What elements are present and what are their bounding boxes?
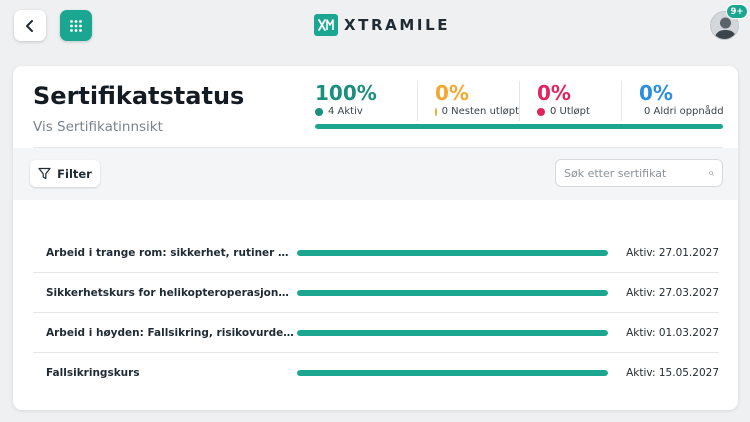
certificate-progress-bar	[297, 289, 608, 296]
stat-active[interactable]: 100% 4 Aktiv	[315, 81, 417, 121]
search-box[interactable]	[555, 159, 723, 187]
filter-label: Filter	[57, 166, 92, 181]
logo-mark-icon	[314, 14, 338, 36]
stat-expired[interactable]: 0% 0 Utløpt	[519, 81, 621, 121]
table-row[interactable]: Arbeid i høyden: Fallsikring, risikovurd…	[33, 313, 719, 353]
stat-label: 4 Aktiv	[328, 106, 363, 117]
search-icon[interactable]	[709, 167, 714, 180]
table-row[interactable]: Fallsikringskurs Aktiv: 15.05.2027	[33, 353, 719, 393]
certificate-name: Sikkerhetskurs for helikopteroperasjoner…	[46, 286, 295, 299]
filter-icon	[38, 167, 51, 180]
stat-percent: 0%	[639, 81, 673, 105]
stat-percent: 0%	[537, 81, 571, 105]
summary-progress-bar	[315, 124, 723, 129]
stat-label: 0 Nesten utløpt	[441, 106, 519, 117]
apps-menu-button[interactable]	[60, 10, 92, 41]
status-dot	[315, 107, 323, 116]
certificate-progress-bar	[297, 370, 608, 376]
certificate-progress-bar	[297, 329, 608, 336]
toolbar: Filter	[13, 148, 738, 200]
app-logo: XTRAMILE	[314, 13, 450, 37]
certificate-progress-fill	[297, 370, 608, 376]
status-dot	[537, 107, 545, 116]
certificate-status: Aktiv: 15.05.2027	[626, 367, 719, 379]
certificate-progress-fill	[297, 289, 608, 296]
page-subtitle: Vis Sertifikatinnsikt	[33, 119, 163, 135]
certificate-status-card: Sertifikatstatus Vis Sertifikatinnsikt 1…	[13, 66, 738, 410]
stat-label: 0 Aldri oppnådd	[644, 106, 724, 117]
grid-icon	[70, 19, 82, 32]
table-row[interactable]: Sikkerhetskurs for helikopteroperasjoner…	[33, 273, 719, 313]
certificate-progress-fill	[297, 329, 608, 336]
notification-badge[interactable]: 9+	[726, 4, 748, 19]
filter-button[interactable]: Filter	[30, 160, 100, 187]
logo-text: XTRAMILE	[344, 16, 451, 34]
back-button[interactable]	[14, 10, 46, 41]
page-title: Sertifikatstatus	[33, 82, 245, 110]
certificate-name: Arbeid i trange rom: sikkerhet, rutiner …	[46, 246, 295, 259]
stat-expiring[interactable]: 0% 0 Nesten utløpt	[417, 81, 519, 121]
summary-progress-fill	[315, 124, 723, 129]
table-row[interactable]: Arbeid i trange rom: sikkerhet, rutiner …	[33, 233, 719, 273]
certificate-status: Aktiv: 27.03.2027	[626, 286, 719, 299]
search-input[interactable]	[564, 166, 709, 180]
status-dot	[435, 107, 437, 116]
stat-label: 0 Utløpt	[550, 106, 590, 117]
stat-percent: 100%	[315, 81, 377, 105]
certificate-status: Aktiv: 27.01.2027	[626, 246, 719, 259]
stat-never-obtained[interactable]: 0% 0 Aldri oppnådd	[621, 81, 724, 121]
certificate-list: Arbeid i trange rom: sikkerhet, rutiner …	[33, 233, 719, 393]
certificate-progress-bar	[297, 249, 608, 256]
stat-percent: 0%	[435, 81, 469, 105]
chevron-left-icon	[26, 19, 33, 32]
certificate-progress-fill	[297, 249, 608, 256]
certificate-status: Aktiv: 01.03.2027	[626, 326, 719, 339]
certificate-name: Fallsikringskurs	[46, 367, 140, 379]
certificate-name: Arbeid i høyden: Fallsikring, risikovurd…	[46, 326, 295, 339]
status-stats: 100% 4 Aktiv 0% 0 Nesten utløpt 0% 0 Utl…	[315, 81, 724, 121]
